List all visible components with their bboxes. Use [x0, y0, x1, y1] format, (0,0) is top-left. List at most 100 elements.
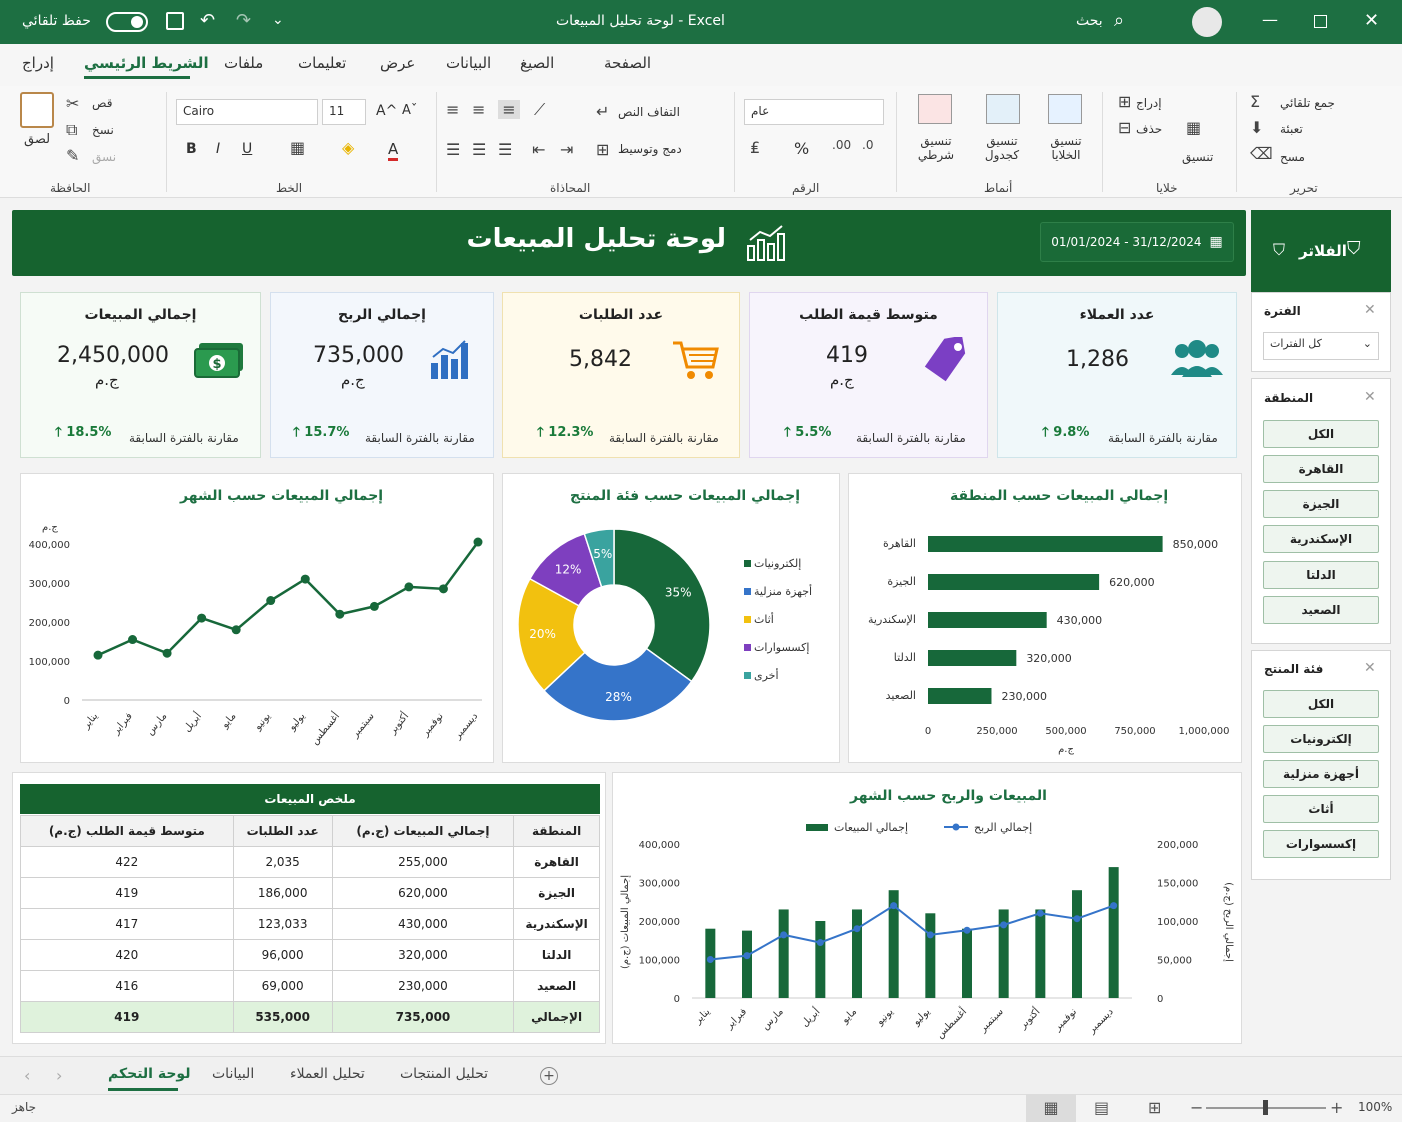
orientation-icon[interactable]: ⟋ — [534, 100, 545, 120]
fill-button[interactable]: تعبئة — [1280, 122, 1303, 136]
delete-cells-icon[interactable]: ⊟ — [1118, 118, 1131, 137]
copy-icon[interactable]: ⧉ — [66, 120, 77, 140]
sheet-tab-customers[interactable]: تحليل العملاء — [290, 1066, 365, 1082]
tab-home[interactable]: الشريط الرئيسي — [84, 54, 209, 72]
cut-icon[interactable]: ✂ — [66, 94, 79, 113]
align-bottom-icon[interactable]: ≡ — [498, 100, 520, 119]
search-label[interactable]: بحث — [1076, 13, 1103, 29]
font-color-button[interactable]: A — [388, 140, 399, 161]
cut-button[interactable]: قص — [92, 96, 112, 110]
increase-decimal-icon[interactable]: .00 — [832, 138, 851, 152]
fill-color-icon[interactable]: ◈ — [342, 138, 354, 157]
clear-filter-icon[interactable]: ✕ — [1364, 660, 1376, 676]
region-filter-all[interactable]: الكل — [1263, 420, 1379, 448]
minimize-icon[interactable]: — — [1262, 10, 1278, 29]
category-filter-appliances[interactable]: أجهزة منزلية — [1263, 760, 1379, 788]
align-right-icon[interactable]: ☰ — [498, 140, 512, 159]
format-as-table-icon[interactable] — [986, 94, 1020, 124]
category-filter-accessories[interactable]: إكسسوارات — [1263, 830, 1379, 858]
customize-qat-icon[interactable]: ⌄ — [272, 12, 284, 28]
normal-view-icon[interactable]: ▦ — [1026, 1094, 1076, 1122]
percent-button[interactable]: % — [794, 139, 809, 158]
merge-center-button[interactable]: دمج وتوسيط — [618, 142, 682, 156]
tab-view[interactable]: عرض — [380, 54, 415, 72]
italic-button[interactable]: I — [216, 141, 220, 157]
align-left-icon[interactable]: ☰ — [446, 140, 460, 159]
insert-cells-button[interactable]: إدراج — [1136, 96, 1162, 110]
format-cells-button[interactable]: تنسيق — [1182, 150, 1213, 164]
align-center-icon[interactable]: ☰ — [472, 140, 486, 159]
conditional-formatting-button[interactable]: تنسيق شرطي — [912, 134, 960, 162]
bold-button[interactable]: B — [186, 141, 197, 157]
region-filter-cairo[interactable]: القاهرة — [1263, 455, 1379, 483]
cell-styles-button[interactable]: تنسيق الخلايا — [1042, 134, 1090, 162]
tab-formulas[interactable]: الصيغ — [520, 54, 554, 72]
align-middle-icon[interactable]: ≡ — [472, 100, 485, 119]
wrap-text-button[interactable]: التفاف النص — [618, 105, 680, 119]
paste-icon[interactable] — [20, 92, 54, 128]
region-filter-delta[interactable]: الدلتا — [1263, 561, 1379, 589]
merge-center-icon[interactable]: ⊞ — [596, 140, 609, 159]
autosum-icon[interactable]: Σ — [1250, 92, 1260, 111]
undo-icon[interactable]: ↶ — [200, 10, 215, 31]
scroll-tabs-left-icon[interactable]: ‹ — [24, 1066, 30, 1085]
font-size-select[interactable]: 11 — [322, 99, 366, 125]
clear-icon[interactable]: ⌫ — [1250, 144, 1273, 163]
format-cells-icon[interactable]: ▦ — [1186, 118, 1201, 137]
conditional-formatting-icon[interactable] — [918, 94, 952, 124]
page-layout-icon[interactable]: ▤ — [1094, 1098, 1109, 1117]
zoom-out-icon[interactable]: − — [1190, 1098, 1203, 1117]
period-select[interactable]: كل الفترات ⌄ — [1263, 332, 1379, 360]
grow-font-button[interactable]: A^ — [376, 103, 397, 119]
insert-cells-icon[interactable]: ⊞ — [1118, 92, 1131, 111]
region-filter-giza[interactable]: الجيزة — [1263, 490, 1379, 518]
paste-button[interactable]: لصق — [24, 132, 50, 147]
decrease-decimal-icon[interactable]: .0 — [862, 138, 873, 152]
format-painter-icon[interactable]: ✎ — [66, 146, 79, 165]
zoom-in-icon[interactable]: + — [1330, 1098, 1343, 1117]
sheet-tab-data[interactable]: البيانات — [212, 1066, 254, 1082]
zoom-slider-handle[interactable] — [1263, 1100, 1268, 1115]
autosave-toggle[interactable] — [106, 12, 148, 32]
region-filter-upper-egypt[interactable]: الصعيد — [1263, 596, 1379, 624]
font-name-select[interactable]: Cairo — [176, 99, 318, 125]
sheet-tab-dashboard[interactable]: لوحة التحكم — [108, 1066, 190, 1082]
scroll-tabs-right-icon[interactable]: › — [56, 1066, 62, 1085]
category-filter-all[interactable]: الكل — [1263, 690, 1379, 718]
category-filter-furniture[interactable]: أثاث — [1263, 795, 1379, 823]
page-break-icon[interactable]: ⊞ — [1148, 1098, 1161, 1117]
wrap-text-icon[interactable]: ↵ — [596, 102, 609, 121]
maximize-icon[interactable] — [1314, 15, 1327, 28]
borders-icon[interactable]: ▦ — [290, 138, 305, 157]
increase-indent-icon[interactable]: ⇥ — [560, 140, 573, 159]
delete-cells-button[interactable]: حذف — [1136, 122, 1162, 136]
add-sheet-icon[interactable]: + — [540, 1067, 558, 1085]
redo-icon[interactable]: ↷ — [236, 10, 251, 31]
tab-help[interactable]: تعليمات — [298, 54, 346, 72]
currency-icon[interactable]: ₤ — [750, 138, 760, 157]
fill-icon[interactable]: ⬇ — [1250, 118, 1263, 137]
sheet-tab-products[interactable]: تحليل المنتجات — [400, 1066, 488, 1082]
copy-button[interactable]: نسخ — [92, 123, 114, 137]
decrease-indent-icon[interactable]: ⇤ — [532, 140, 545, 159]
format-as-table-button[interactable]: تنسيق كجدول — [976, 134, 1028, 162]
clear-filter-icon[interactable]: ✕ — [1364, 389, 1376, 405]
avatar[interactable] — [1192, 7, 1222, 37]
clear-filter-icon[interactable]: ✕ — [1364, 302, 1376, 318]
align-top-icon[interactable]: ≡ — [446, 100, 459, 119]
region-filter-alexandria[interactable]: الإسكندرية — [1263, 525, 1379, 553]
save-icon[interactable] — [166, 12, 184, 30]
shrink-font-button[interactable]: Aˇ — [402, 103, 417, 118]
close-icon[interactable]: ✕ — [1364, 10, 1379, 31]
autosum-button[interactable]: جمع تلقائي — [1280, 96, 1335, 110]
number-format-select[interactable]: عام — [744, 99, 884, 125]
tab-insert[interactable]: إدراج — [22, 54, 54, 72]
format-painter-button[interactable]: نسق — [92, 150, 116, 164]
category-filter-electronics[interactable]: إلكترونيات — [1263, 725, 1379, 753]
tab-file[interactable]: ملفات — [224, 54, 263, 72]
tab-data[interactable]: البيانات — [446, 54, 491, 72]
underline-button[interactable]: U — [242, 141, 252, 157]
cell-styles-icon[interactable] — [1048, 94, 1082, 124]
date-range[interactable]: 01/01/2024 - 31/12/2024 ▦ — [1040, 222, 1234, 262]
search-icon[interactable]: ⌕ — [1114, 10, 1124, 31]
